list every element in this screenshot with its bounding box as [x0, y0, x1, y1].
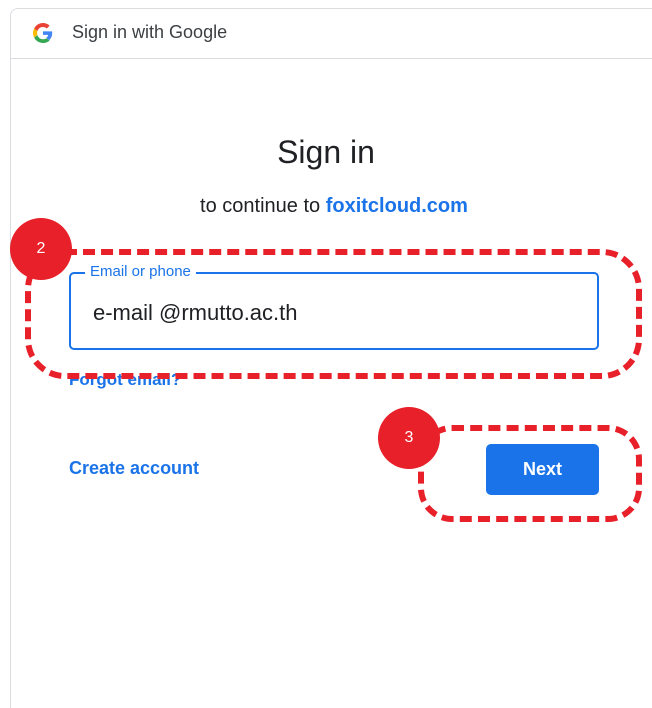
next-highlight-annotation: [418, 425, 642, 522]
email-highlight-annotation: [25, 249, 642, 379]
create-account-link[interactable]: Create account: [69, 458, 199, 479]
step-badge-2: 2: [10, 218, 72, 280]
subtitle-prefix: to continue to: [200, 195, 326, 217]
header-title: Sign in with Google: [72, 22, 228, 42]
header-bar: Sign in with Google: [10, 8, 652, 59]
page-title: Sign in: [277, 134, 375, 170]
google-logo-icon: [33, 23, 53, 43]
site-link[interactable]: foxitcloud.com: [326, 195, 468, 217]
step-badge-3: 3: [378, 407, 440, 469]
subtitle: to continue to foxitcloud.com: [0, 195, 652, 218]
